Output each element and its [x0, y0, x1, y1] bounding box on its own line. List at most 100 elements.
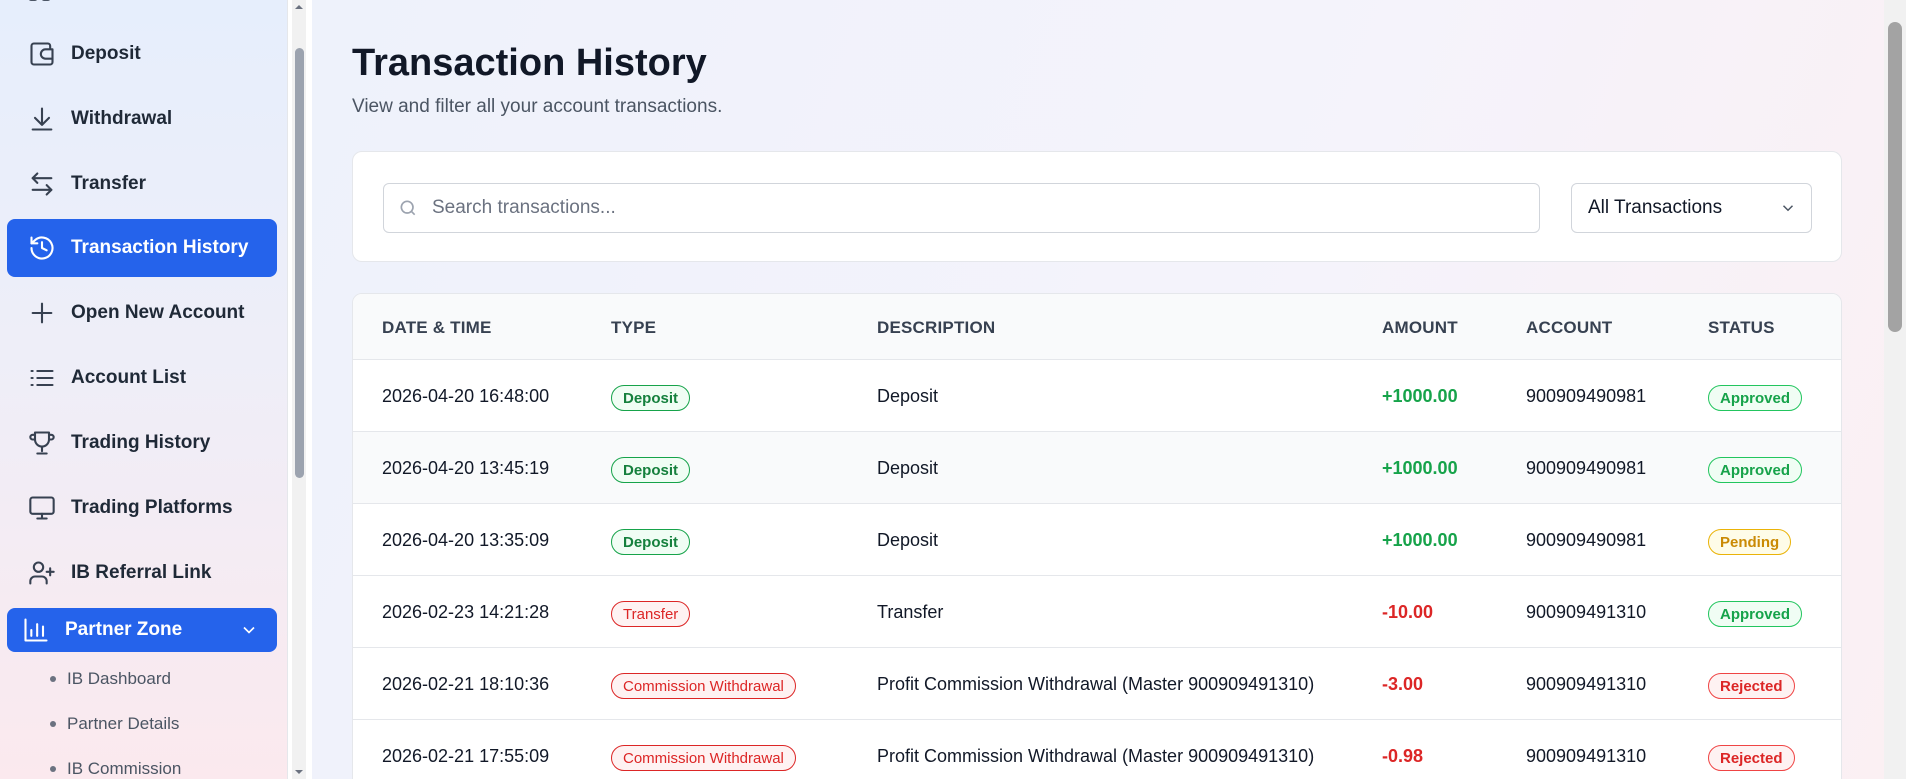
bullet-icon	[50, 721, 56, 727]
cell-amount: -0.98	[1382, 746, 1424, 766]
status-badge: Pending	[1708, 529, 1792, 555]
sidebar-item-trading-platforms[interactable]: Trading Platforms	[7, 479, 277, 537]
type-badge: Deposit	[611, 529, 691, 555]
sidebar-item-open-new-account[interactable]: Open New Account	[7, 284, 277, 342]
cell-description: Deposit	[877, 530, 939, 550]
type-badge: Deposit	[611, 457, 691, 483]
history-icon	[27, 233, 57, 263]
sidebar-scrollbar-thumb[interactable]	[295, 48, 304, 478]
sidebar-item-label: Account List	[71, 367, 187, 388]
sidebar-item-transaction-history[interactable]: Transaction History	[7, 219, 277, 277]
sidebar-item-withdrawal[interactable]: Withdrawal	[7, 90, 277, 148]
cell-account: 900909490981	[1526, 530, 1647, 550]
page-subtitle: View and filter all your account transac…	[352, 96, 723, 117]
cell-amount: -3.00	[1382, 674, 1424, 694]
column-header-status[interactable]: STATUS	[1708, 318, 1775, 338]
sidebar-item-transfer[interactable]: Transfer	[7, 155, 277, 213]
cell-account: 900909490981	[1526, 458, 1647, 478]
sidebar-item-label: Transfer	[71, 173, 146, 194]
monitor-icon	[27, 493, 57, 523]
table-row[interactable]: 2026-04-20 13:35:09 Deposit Deposit +100…	[353, 504, 1841, 576]
cell-description: Transfer	[877, 602, 944, 622]
sidebar-item-deposit[interactable]: Deposit	[7, 25, 277, 83]
filter-card: All Transactions	[352, 151, 1842, 262]
column-header-account[interactable]: ACCOUNT	[1526, 318, 1612, 338]
sidebar-subitem-label: Partner Details	[67, 714, 180, 733]
grid-icon	[27, 0, 53, 4]
table-row[interactable]: 2026-02-21 17:55:09 Commission Withdrawa…	[353, 720, 1841, 779]
cell-account: 900909491310	[1526, 602, 1647, 622]
type-badge: Commission Withdrawal	[611, 673, 796, 699]
cell-description: Profit Commission Withdrawal (Master 900…	[877, 674, 1315, 694]
chevron-down-icon	[239, 620, 259, 640]
cell-datetime: 2026-04-20 13:35:09	[382, 530, 550, 550]
cell-account: 900909490981	[1526, 386, 1647, 406]
sidebar-item-label: Trading Platforms	[71, 497, 233, 518]
sidebar-subitem-partner-details[interactable]: Partner Details	[7, 704, 277, 744]
table-row[interactable]: 2026-04-20 16:48:00 Deposit Deposit +100…	[353, 360, 1841, 432]
sidebar-group-label: Partner Zone	[65, 619, 183, 640]
table-row[interactable]: 2026-02-23 14:21:28 Transfer Transfer -1…	[353, 576, 1841, 648]
wallet-icon	[27, 39, 57, 69]
sidebar: Deposit Withdrawal Transfer Transaction …	[0, 0, 288, 779]
table-row[interactable]: 2026-04-20 13:45:19 Deposit Deposit +100…	[353, 432, 1841, 504]
search-box[interactable]	[383, 183, 1540, 233]
cell-datetime: 2026-04-20 16:48:00	[382, 386, 550, 406]
scroll-down-icon[interactable]	[294, 767, 304, 777]
status-badge: Rejected	[1708, 673, 1795, 699]
sidebar-item-label: Transaction History	[71, 237, 249, 258]
search-input[interactable]	[432, 197, 1512, 219]
main-scrollbar[interactable]	[1884, 0, 1906, 779]
page-title: Transaction History	[352, 42, 707, 84]
status-badge: Approved	[1708, 385, 1803, 411]
transaction-type-select[interactable]: All Transactions	[1571, 183, 1812, 233]
column-header-description[interactable]: DESCRIPTION	[877, 318, 995, 338]
status-badge: Rejected	[1708, 745, 1795, 771]
sidebar-subitem-ib-dashboard[interactable]: IB Dashboard	[7, 659, 277, 699]
user-plus-icon	[27, 558, 57, 588]
list-icon	[27, 363, 57, 393]
download-icon	[27, 104, 57, 134]
sidebar-subitem-label: IB Commission	[67, 759, 182, 778]
sidebar-item-label: Open New Account	[71, 302, 245, 323]
bar-chart-icon	[21, 615, 51, 645]
cell-datetime: 2026-02-23 14:21:28	[382, 602, 550, 622]
cell-description: Profit Commission Withdrawal (Master 900…	[877, 746, 1315, 766]
column-header-type[interactable]: TYPE	[611, 318, 656, 338]
sidebar-item-ib-referral-link[interactable]: IB Referral Link	[7, 544, 277, 602]
main-content: Transaction History View and filter all …	[312, 0, 1884, 779]
sidebar-subitem-label: IB Dashboard	[67, 669, 171, 688]
main-scrollbar-thumb[interactable]	[1888, 22, 1902, 332]
chevron-down-icon	[1779, 199, 1797, 217]
scroll-up-icon[interactable]	[294, 2, 304, 12]
sidebar-group-partner-zone[interactable]: Partner Zone	[7, 608, 277, 652]
cell-amount: +1000.00	[1382, 386, 1458, 406]
trophy-icon	[27, 428, 57, 458]
cell-amount: -10.00	[1382, 602, 1434, 622]
sidebar-item-account-list[interactable]: Account List	[7, 349, 277, 407]
column-header-date[interactable]: DATE & TIME	[382, 318, 492, 338]
type-badge: Deposit	[611, 385, 691, 411]
sidebar-item-label: IB Referral Link	[71, 562, 212, 583]
cell-amount: +1000.00	[1382, 458, 1458, 478]
column-header-amount[interactable]: AMOUNT	[1382, 318, 1458, 338]
transfer-icon	[27, 169, 57, 199]
cell-description: Deposit	[877, 386, 939, 406]
cell-description: Deposit	[877, 458, 939, 478]
sidebar-scrollbar[interactable]	[292, 0, 306, 779]
status-badge: Approved	[1708, 601, 1803, 627]
sidebar-item-label: Trading History	[71, 432, 211, 453]
cell-amount: +1000.00	[1382, 530, 1458, 550]
type-badge: Commission Withdrawal	[611, 745, 796, 771]
cell-account: 900909491310	[1526, 746, 1647, 766]
table-row[interactable]: 2026-02-21 18:10:36 Commission Withdrawa…	[353, 648, 1841, 720]
table-header: DATE & TIME TYPE DESCRIPTION AMOUNT ACCO…	[353, 294, 1841, 360]
sidebar-item-label: Withdrawal	[71, 108, 173, 129]
bullet-icon	[50, 766, 56, 772]
plus-icon	[27, 298, 57, 328]
sidebar-item-trading-history[interactable]: Trading History	[7, 414, 277, 472]
cell-account: 900909491310	[1526, 674, 1647, 694]
sidebar-subitem-ib-commission[interactable]: IB Commission	[7, 749, 277, 779]
transactions-table: DATE & TIME TYPE DESCRIPTION AMOUNT ACCO…	[352, 293, 1842, 779]
cell-datetime: 2026-02-21 18:10:36	[382, 674, 550, 694]
